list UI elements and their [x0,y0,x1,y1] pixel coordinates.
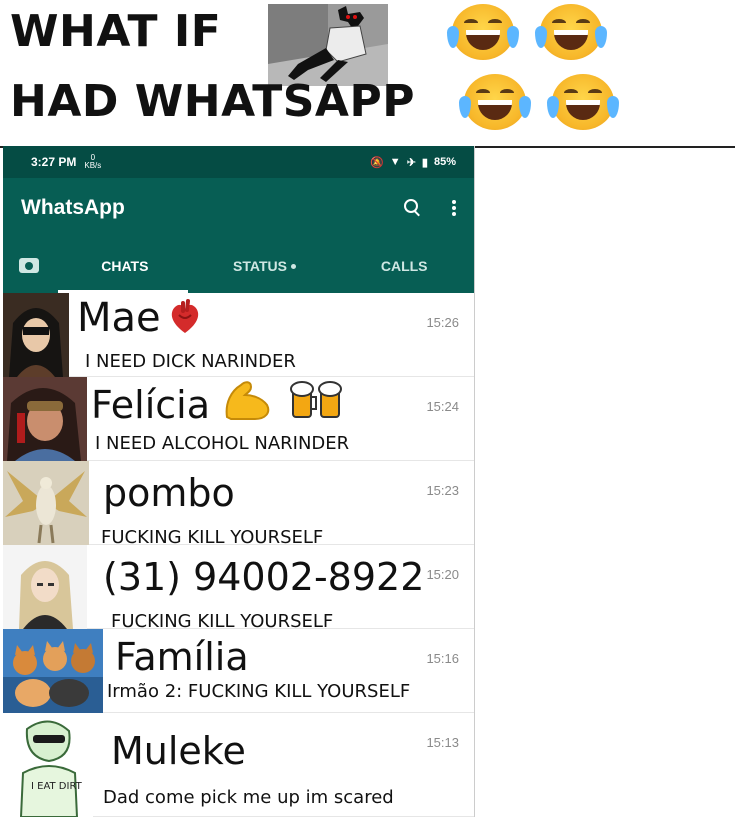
tab-chats[interactable]: CHATS [55,258,195,274]
chat-row-phone-number[interactable]: (31) 94002-8922 FUCKING KILL YOURSELF 15… [3,545,474,632]
chat-row-felicia[interactable]: Felícia I NEED ALCOHOL NARINDER 15:24 [3,377,474,461]
chat-name: pombo [103,471,235,515]
avatar [3,377,87,461]
chat-name: (31) 94002-8922 [103,555,425,599]
chat-row-pombo[interactable]: pombo FUCKING KILL YOURSELF 15:23 [3,461,474,548]
chat-name: Muleke [111,729,246,773]
more-options-icon[interactable] [452,200,456,216]
laughing-crying-emoji-icon [535,4,607,60]
tab-status-label: STATUS [233,257,287,274]
meme-title-line-1: WHAT IF [10,6,222,57]
tab-bar: CHATS STATUS CALLS [3,238,474,293]
battery-percent: 85% [433,156,456,168]
wifi-icon: ▼ [389,156,401,168]
chat-time: 15:20 [426,567,459,582]
chat-row-mae[interactable]: Mae I NEED DICK NARINDER 15:26 [3,293,474,377]
chat-time: 15:23 [426,483,459,498]
avatar [3,461,89,545]
chat-time: 15:13 [426,735,459,750]
laughing-crying-emoji-icon [447,4,519,60]
tab-calls[interactable]: CALLS [334,258,474,274]
chat-row-muleke[interactable]: I EAT DIRT Muleke Dad come pick me up im… [3,713,474,817]
battery-icon: ▮ [421,156,428,169]
airplane-icon: ✈ [406,156,416,169]
whatsapp-screen: 3:27 PM 0 KB/s 🔕 ▼ ✈ ▮ 85% WhatsApp CHAT… [3,146,475,817]
tab-calls-label: CALLS [380,257,428,274]
clinking-beer-mugs-icon [290,381,342,418]
chat-name: Família [115,635,249,679]
android-status-bar: 3:27 PM 0 KB/s 🔕 ▼ ✈ ▮ 85% [3,146,474,178]
network-speed: 0 KB/s [84,154,101,170]
status-time: 3:27 PM [31,155,77,169]
avatar: I EAT DIRT [3,713,93,817]
chat-preview: I NEED DICK NARINDER [85,351,296,372]
app-bar: WhatsApp [3,178,474,238]
chat-time: 15:26 [426,315,459,330]
laughing-crying-emoji-icon [459,74,531,130]
chat-row-familia[interactable]: Família Irmão 2: FUCKING KILL YOURSELF 1… [3,629,474,713]
search-icon[interactable] [404,199,422,217]
chat-preview: I NEED ALCOHOL NARINDER [95,433,350,454]
avatar [3,629,103,713]
laughing-crying-emoji-icon [547,74,619,130]
new-status-dot-icon [290,264,296,270]
mute-icon: 🔕 [370,156,384,169]
camera-icon [19,258,39,273]
chat-name: Mae [77,295,161,341]
avatar [3,293,69,377]
flexed-biceps-icon [225,381,270,420]
app-title: WhatsApp [21,196,125,219]
anatomical-heart-icon [171,299,199,333]
chat-preview: Dad come pick me up im scared [103,787,394,808]
tab-camera[interactable] [3,258,55,273]
chat-name: Felícia [91,383,211,427]
meme-title-line-2: HAD WHATSAPP [10,76,415,127]
tab-status[interactable]: STATUS [195,258,335,274]
meme-photo [268,4,388,86]
avatar-shirt-text: I EAT DIRT [31,781,82,792]
chat-time: 15:24 [426,399,459,414]
network-speed-unit: KB/s [84,161,102,170]
avatar [3,545,87,629]
chat-time: 15:16 [426,651,459,666]
chat-preview: Irmão 2: FUCKING KILL YOURSELF [107,681,411,702]
tab-chats-label: CHATS [101,257,149,274]
